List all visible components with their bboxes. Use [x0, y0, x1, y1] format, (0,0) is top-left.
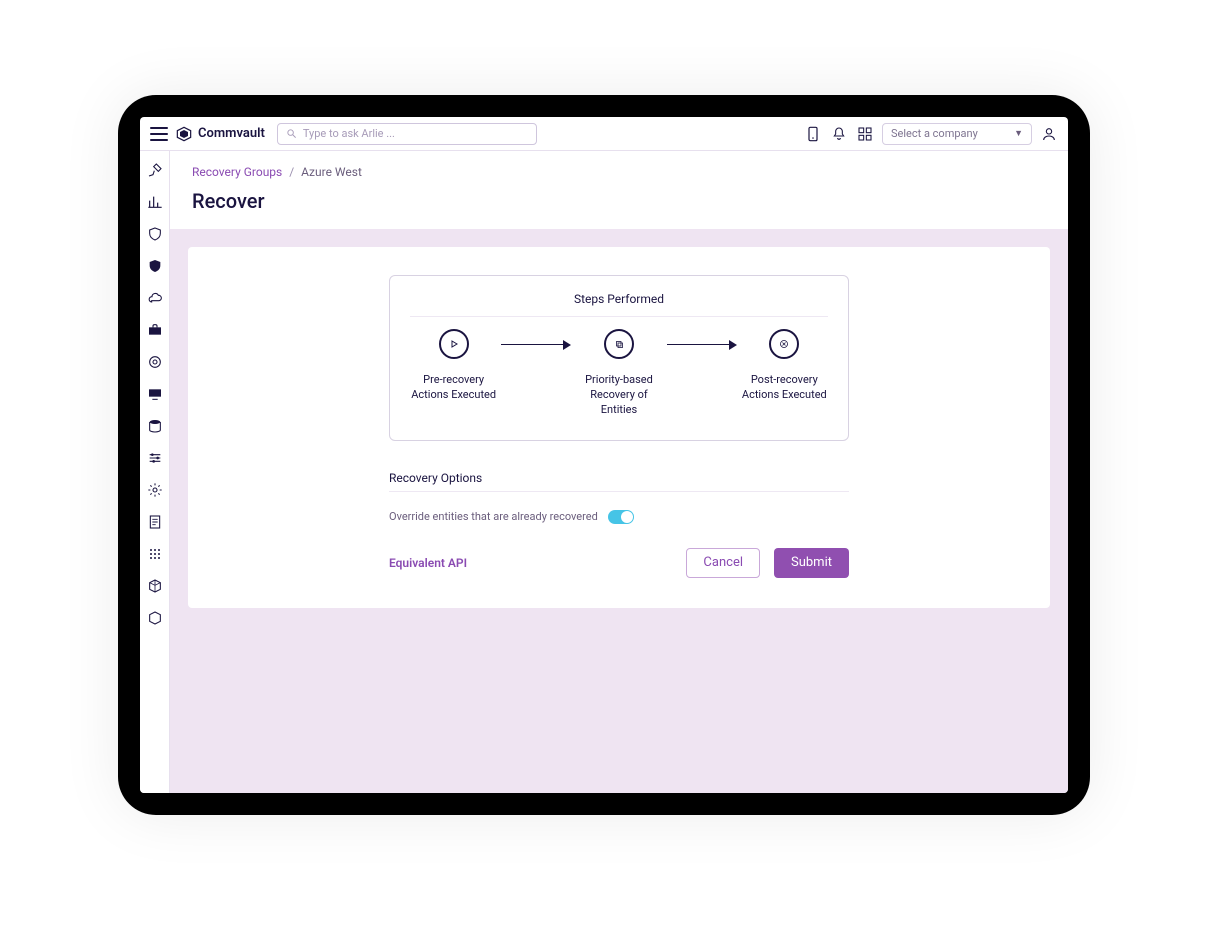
arrow-icon	[667, 344, 737, 345]
chevron-down-icon: ▼	[1014, 128, 1023, 139]
actions-row: Equivalent API Cancel Submit	[389, 548, 849, 578]
cube-solid-icon[interactable]	[146, 609, 164, 627]
topbar: Commvault Select a company	[140, 117, 1068, 151]
step-pre-recovery: Pre-recovery Actions Executed	[410, 329, 497, 403]
briefcase-icon[interactable]	[146, 321, 164, 339]
user-icon[interactable]	[1040, 125, 1058, 143]
breadcrumb-separator: /	[289, 165, 294, 179]
page-title: Recover	[192, 189, 1046, 213]
override-toggle-row: Override entities that are already recov…	[389, 510, 849, 524]
phone-icon[interactable]	[804, 125, 822, 143]
bell-icon[interactable]	[830, 125, 848, 143]
shield-outline-icon[interactable]	[146, 225, 164, 243]
breadcrumb: Recovery Groups / Azure West	[192, 165, 1046, 179]
tablet-frame: Commvault Select a company	[118, 95, 1090, 815]
nav-rail	[140, 151, 170, 793]
steps-heading: Steps Performed	[410, 292, 828, 317]
header-zone: Recovery Groups / Azure West Recover	[170, 151, 1068, 229]
step-priority-recovery: Priority-based Recovery of Entities	[575, 329, 662, 418]
app-window: Commvault Select a company	[140, 117, 1068, 793]
search-box[interactable]	[277, 123, 537, 145]
target-icon[interactable]	[146, 353, 164, 371]
recovery-options-heading: Recovery Options	[389, 471, 849, 492]
menu-button[interactable]	[150, 127, 168, 141]
breadcrumb-current: Azure West	[301, 165, 362, 179]
play-icon	[439, 329, 469, 359]
layers-icon	[604, 329, 634, 359]
override-toggle[interactable]	[608, 510, 634, 524]
recover-card: Steps Performed Pre-recovery Actions Exe…	[188, 247, 1050, 608]
company-select[interactable]: Select a company ▼	[882, 123, 1032, 145]
step-post-recovery: Post-recovery Actions Executed	[741, 329, 828, 403]
chart-icon[interactable]	[146, 193, 164, 211]
shield-solid-icon[interactable]	[146, 257, 164, 275]
database-icon[interactable]	[146, 417, 164, 435]
stage: Commvault Select a company	[0, 0, 1208, 929]
brand: Commvault	[176, 126, 265, 142]
step-label: Post-recovery Actions Executed	[741, 373, 828, 403]
step-label: Priority-based Recovery of Entities	[575, 373, 662, 418]
arrow-icon	[501, 344, 571, 345]
submit-button[interactable]: Submit	[774, 548, 849, 578]
company-select-placeholder: Select a company	[891, 127, 978, 140]
brand-logo-icon	[176, 126, 192, 142]
content: Recovery Groups / Azure West Recover Ste…	[170, 151, 1068, 793]
breadcrumb-root[interactable]: Recovery Groups	[192, 165, 282, 179]
gear-icon[interactable]	[146, 481, 164, 499]
body: Recovery Groups / Azure West Recover Ste…	[140, 151, 1068, 793]
sliders-icon[interactable]	[146, 449, 164, 467]
cancel-button[interactable]: Cancel	[686, 548, 760, 578]
override-toggle-label: Override entities that are already recov…	[389, 510, 598, 523]
cloud-icon[interactable]	[146, 289, 164, 307]
brand-name: Commvault	[198, 126, 265, 141]
equivalent-api-link[interactable]: Equivalent API	[389, 556, 467, 570]
step-label: Pre-recovery Actions Executed	[410, 373, 497, 403]
note-icon[interactable]	[146, 513, 164, 531]
search-input[interactable]	[303, 127, 528, 140]
monitor-icon[interactable]	[146, 385, 164, 403]
tools-icon[interactable]	[146, 161, 164, 179]
close-circle-icon	[769, 329, 799, 359]
steps-box: Steps Performed Pre-recovery Actions Exe…	[389, 275, 849, 441]
apps-icon[interactable]	[856, 125, 874, 143]
search-icon	[286, 128, 297, 139]
grid-icon[interactable]	[146, 545, 164, 563]
cube-outline-icon[interactable]	[146, 577, 164, 595]
canvas: Steps Performed Pre-recovery Actions Exe…	[170, 229, 1068, 793]
steps-row: Pre-recovery Actions Executed Priority-b…	[410, 329, 828, 418]
